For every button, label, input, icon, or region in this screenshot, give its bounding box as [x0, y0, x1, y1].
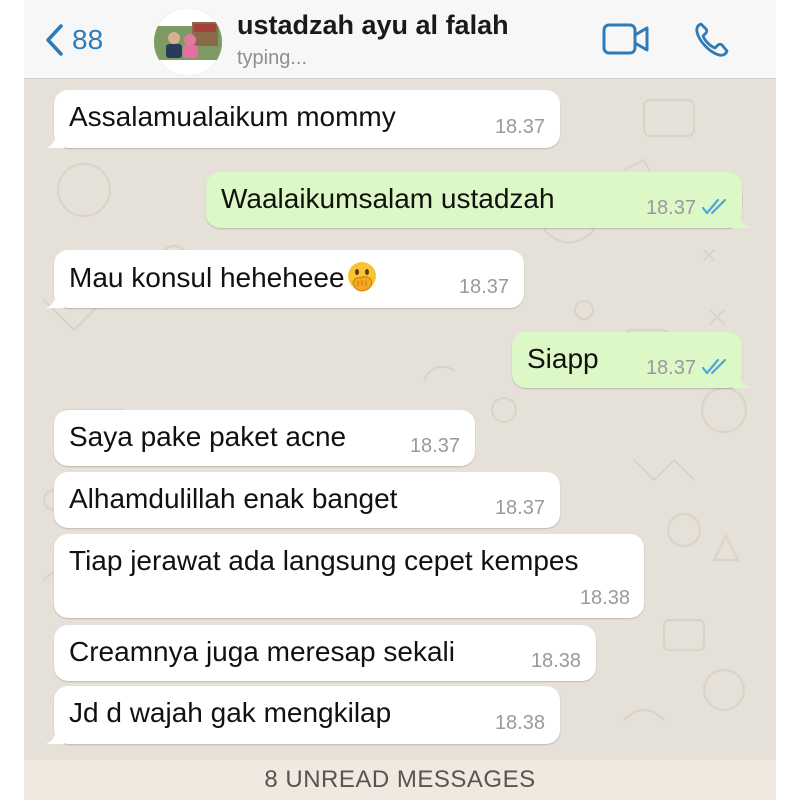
message-bubble-incoming[interactable]: Tiap jerawat ada langsung cepet kempes 1…: [54, 534, 644, 618]
video-call-button[interactable]: [602, 22, 650, 61]
avatar[interactable]: [154, 8, 222, 76]
voice-call-button[interactable]: [692, 20, 732, 65]
message-text-content: Mau konsul heheheee: [69, 262, 345, 293]
bubble-tail: [46, 132, 64, 148]
message-time: 18.38: [579, 587, 630, 609]
message-text: Waalaikumsalam ustadzah: [221, 183, 555, 214]
typing-status: typing...: [237, 47, 308, 69]
message-time: 18.37: [494, 497, 545, 519]
message-bubble-incoming[interactable]: Alhamdulillah enak banget 18.37: [54, 472, 560, 528]
contact-name[interactable]: ustadzah ayu al falah: [237, 10, 509, 41]
message-time: 18.38: [494, 712, 545, 734]
unread-messages-banner: 8 UNREAD MESSAGES: [24, 760, 776, 800]
message-time: 18.38: [530, 650, 581, 672]
video-camera-icon: [602, 23, 649, 55]
message-bubble-incoming[interactable]: Creamnya juga meresap sekali 18.38: [54, 625, 596, 681]
message-time: 18.37: [494, 116, 545, 138]
bubble-tail: [732, 212, 750, 228]
message-bubble-incoming[interactable]: Jd d wajah gak mengkilap 18.38: [46, 686, 560, 744]
unread-messages-label: 8 UNREAD MESSAGES: [264, 766, 536, 793]
read-receipt-icon: [701, 198, 727, 215]
message-text: Alhamdulillah enak banget: [69, 483, 398, 514]
message-text: Saya pake paket acne: [69, 421, 347, 452]
message-text: Assalamualaikum mommy: [69, 101, 396, 132]
chat-header: 88 ustadzah ayu al falah typing...: [24, 0, 776, 79]
chevron-left-icon: [46, 24, 63, 56]
bubble-tail: [46, 292, 64, 308]
message-bubble-outgoing[interactable]: Siapp 18.37: [512, 332, 750, 388]
back-button[interactable]: 88: [44, 20, 103, 60]
hand-over-mouth-emoji-icon: [347, 262, 376, 292]
avatar-photo: [154, 8, 222, 76]
bubble-tail: [46, 728, 64, 744]
unread-chats-count: 88: [72, 24, 104, 55]
message-bubble-incoming[interactable]: Mau konsul heheheee 18.37: [46, 250, 524, 308]
message-text: Siapp: [527, 343, 599, 374]
message-time: 18.37: [458, 276, 509, 298]
message-bubble-incoming[interactable]: Assalamualaikum mommy 18.37: [46, 90, 560, 148]
message-text: Tiap jerawat ada langsung cepet kempes: [69, 545, 579, 576]
read-receipt-icon: [701, 358, 727, 375]
bubble-tail: [732, 372, 750, 388]
message-bubble-incoming[interactable]: Saya pake paket acne 18.37: [54, 410, 475, 466]
message-bubble-outgoing[interactable]: Waalaikumsalam ustadzah 18.37: [206, 172, 750, 228]
message-time: 18.37: [645, 357, 696, 379]
message-list[interactable]: Assalamualaikum mommy 18.37 Waalaikumsal…: [24, 80, 776, 760]
message-text: Mau konsul heheheee: [69, 261, 378, 294]
chat-window: 88 ustadzah ayu al falah typing... Assal…: [24, 0, 776, 800]
message-time: 18.37: [645, 197, 696, 219]
message-time: 18.37: [409, 435, 460, 457]
phone-icon: [695, 22, 729, 57]
message-text: Creamnya juga meresap sekali: [69, 636, 455, 667]
message-text: Jd d wajah gak mengkilap: [69, 697, 392, 728]
